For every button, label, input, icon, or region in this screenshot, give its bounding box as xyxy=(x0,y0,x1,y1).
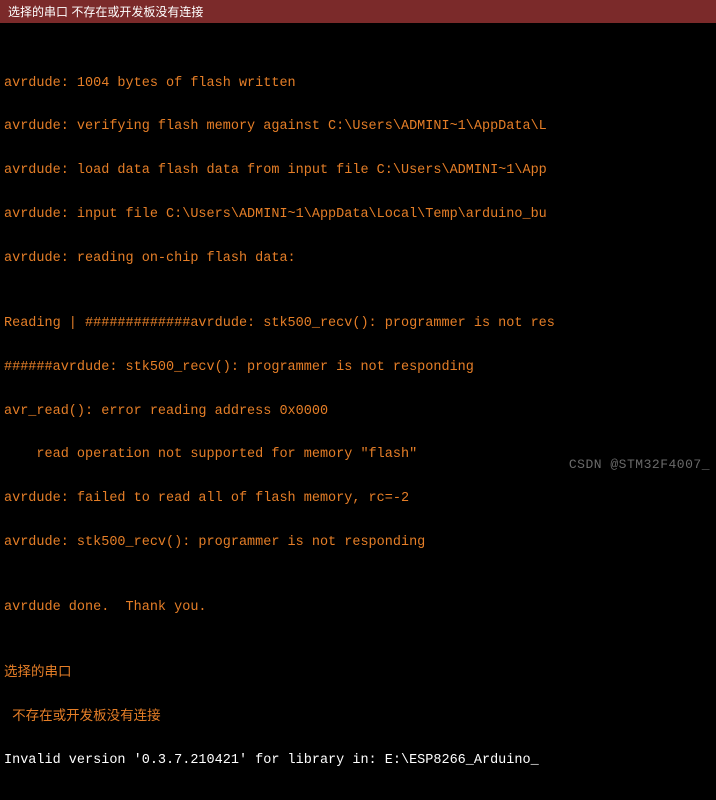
title-bar: 选择的串口 不存在或开发板没有连接 xyxy=(0,0,716,23)
console-line: Reading | #############avrdude: stk500_r… xyxy=(4,313,712,335)
console-footer-line1: 选择的串口 xyxy=(4,663,712,685)
title-bar-text: 选择的串口 不存在或开发板没有连接 xyxy=(8,5,203,19)
console-line: avrdude: failed to read all of flash mem… xyxy=(4,488,712,510)
console-line: avr_read(): error reading address 0x0000 xyxy=(4,401,712,423)
watermark: CSDN @STM32F4007_ xyxy=(569,457,710,472)
console-line: avrdude: load data flash data from input… xyxy=(4,160,712,182)
console-footer-line2: 不存在或开发板没有连接 xyxy=(4,707,712,729)
console-invalid-version: Invalid version '0.3.7.210421' for libra… xyxy=(4,750,712,772)
console-output: avrdude: 1004 bytes of flash written avr… xyxy=(0,23,716,800)
console-line: avrdude done. Thank you. xyxy=(4,597,712,619)
console-line: avrdude: reading on-chip flash data: xyxy=(4,248,712,270)
console-line: avrdude: 1004 bytes of flash written xyxy=(4,73,712,95)
console-line: avrdude: verifying flash memory against … xyxy=(4,116,712,138)
console-line: ######avrdude: stk500_recv(): programmer… xyxy=(4,357,712,379)
console-line: avrdude: input file C:\Users\ADMINI~1\Ap… xyxy=(4,204,712,226)
console-line: avrdude: stk500_recv(): programmer is no… xyxy=(4,532,712,554)
